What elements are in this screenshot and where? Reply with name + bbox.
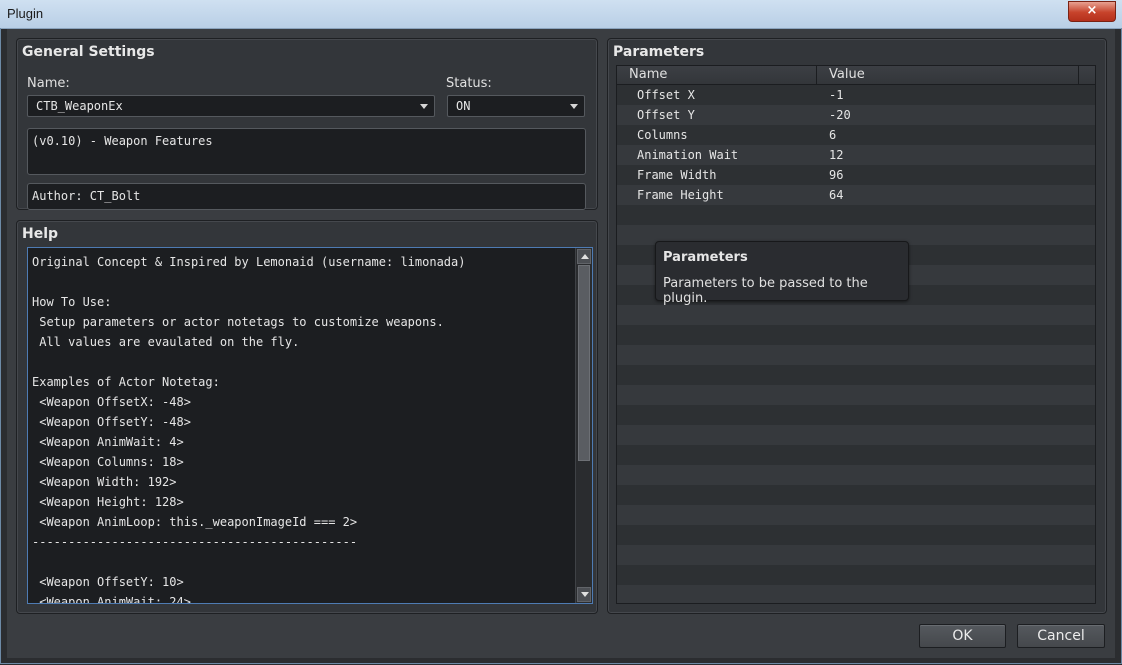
param-value: 64	[829, 188, 844, 202]
parameters-rows: Offset X -1 Offset Y -20 Columns 6 Animation W…	[617, 85, 1095, 603]
column-header-value[interactable]: Value	[817, 66, 1079, 84]
tooltip-body: Parameters to be passed to the plugin.	[663, 276, 868, 306]
param-value: -1	[829, 88, 844, 102]
chevron-down-icon	[420, 104, 428, 109]
param-name: Offset Y	[637, 108, 695, 122]
name-combobox[interactable]: CTB_WeaponEx	[27, 95, 435, 117]
name-value: CTB_WeaponEx	[36, 99, 123, 113]
help-title: Help	[22, 226, 59, 242]
table-row[interactable]	[617, 545, 1095, 565]
table-row[interactable]	[617, 485, 1095, 505]
table-row[interactable]: Frame Width 96	[617, 165, 1095, 185]
table-row[interactable]	[617, 305, 1095, 325]
author-box[interactable]: Author: CT_Bolt	[27, 183, 586, 210]
help-textarea[interactable]: Original Concept & Inspired by Lemonaid …	[27, 247, 593, 604]
table-row[interactable]: Frame Height 64	[617, 185, 1095, 205]
table-row[interactable]	[617, 525, 1095, 545]
table-row[interactable]	[617, 445, 1095, 465]
table-row[interactable]	[617, 345, 1095, 365]
table-row[interactable]	[617, 465, 1095, 485]
param-name: Columns	[637, 128, 688, 142]
status-label: Status:	[446, 76, 492, 91]
table-row[interactable]	[617, 425, 1095, 445]
scroll-thumb[interactable]	[578, 265, 590, 461]
name-label: Name:	[27, 76, 70, 91]
table-row[interactable]	[617, 365, 1095, 385]
table-row[interactable]: Columns 6	[617, 125, 1095, 145]
table-row[interactable]	[617, 565, 1095, 585]
parameters-table-header: Name Value	[617, 66, 1095, 85]
general-settings-group: General Settings Name: CTB_WeaponEx Stat…	[16, 38, 598, 210]
param-name: Offset X	[637, 88, 695, 102]
param-name: Animation Wait	[637, 148, 739, 162]
param-value: 6	[829, 128, 837, 142]
table-row[interactable]	[617, 205, 1095, 225]
window-title: Plugin	[7, 6, 44, 21]
ok-button[interactable]: OK	[919, 624, 1006, 648]
param-value: 12	[829, 148, 844, 162]
param-name: Frame Width	[637, 168, 717, 182]
cancel-button[interactable]: Cancel	[1017, 624, 1105, 648]
description-box[interactable]: (v0.10) - Weapon Features	[27, 128, 586, 175]
table-row[interactable]: Animation Wait 12	[617, 145, 1095, 165]
title-bar: Plugin ×	[0, 0, 1122, 29]
chevron-down-icon	[570, 104, 578, 109]
table-row[interactable]	[617, 405, 1095, 425]
parameters-table[interactable]: Name Value Offset X -1 Offset Y -20 Columns 6…	[616, 65, 1096, 604]
param-name: Frame Height	[637, 188, 724, 202]
close-button[interactable]: ×	[1068, 1, 1116, 22]
dialog-body: General Settings Name: CTB_WeaponEx Stat…	[7, 29, 1115, 658]
param-value: 96	[829, 168, 844, 182]
help-text: Original Concept & Inspired by Lemonaid …	[32, 255, 466, 604]
status-combobox[interactable]: ON	[447, 95, 585, 117]
table-row[interactable]	[617, 385, 1095, 405]
parameters-tooltip: Parameters Parameters to be passed to th…	[655, 241, 909, 306]
help-scrollbar[interactable]	[575, 248, 592, 603]
column-header-name[interactable]: Name	[617, 66, 817, 84]
param-value: -20	[829, 108, 851, 122]
table-row[interactable]	[617, 325, 1095, 345]
scroll-up-icon[interactable]	[577, 249, 591, 264]
table-row[interactable]: Offset Y -20	[617, 105, 1095, 125]
close-icon: ×	[1086, 3, 1098, 18]
table-row[interactable]	[617, 585, 1095, 603]
table-row[interactable]	[617, 505, 1095, 525]
table-row[interactable]: Offset X -1	[617, 85, 1095, 105]
status-value: ON	[456, 99, 471, 113]
parameters-title: Parameters	[613, 44, 705, 60]
tooltip-title: Parameters	[663, 250, 748, 265]
general-settings-title: General Settings	[22, 44, 155, 60]
scroll-down-icon[interactable]	[577, 587, 591, 602]
